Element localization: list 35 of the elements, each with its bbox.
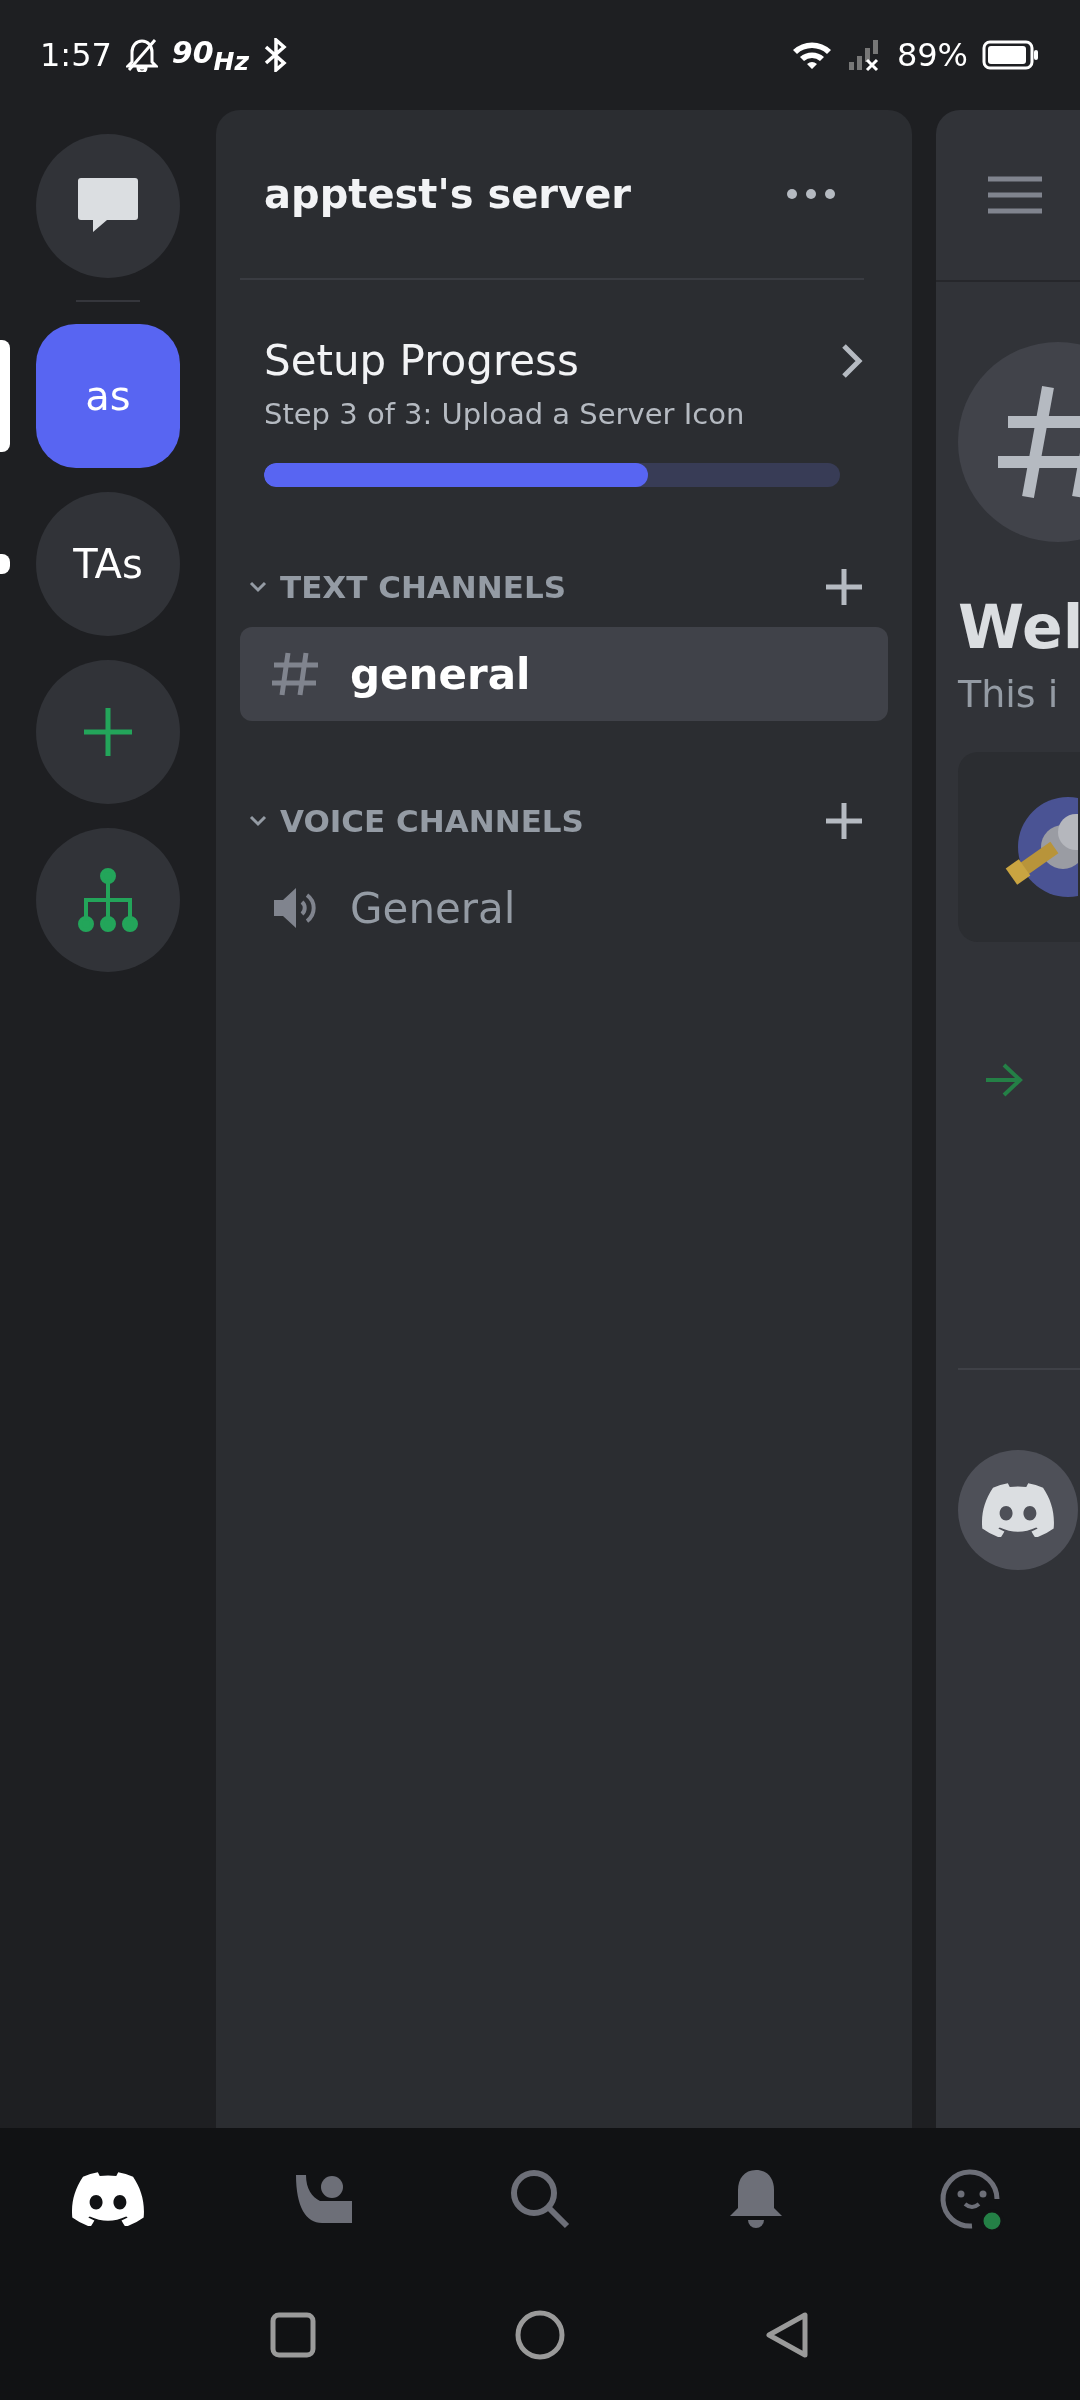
plus-icon — [82, 706, 134, 758]
setup-progress-title: Setup Progress — [264, 336, 579, 385]
channel-row[interactable]: general — [240, 627, 888, 721]
status-time: 1:57 — [40, 36, 112, 74]
channel-row[interactable]: General — [240, 861, 888, 955]
server-title: apptest's server — [264, 171, 631, 217]
battery-percent: 89% — [896, 36, 968, 74]
category-header[interactable]: TEXT CHANNELS — [280, 569, 812, 605]
channel-name: General — [350, 883, 516, 933]
tree-icon — [78, 868, 138, 932]
menu-icon[interactable] — [988, 175, 1042, 215]
category-header[interactable]: VOICE CHANNELS — [280, 803, 812, 839]
server-button[interactable]: as — [36, 324, 180, 468]
discord-logo-icon — [72, 2171, 144, 2227]
welcome-heading: Wel — [958, 592, 1080, 662]
setup-progress-step: Step 3 of 3: Upload a Server Icon — [264, 397, 864, 431]
chevron-icon[interactable] — [248, 814, 268, 828]
muted-bell-icon — [125, 38, 158, 72]
plus-icon[interactable] — [824, 567, 864, 607]
chevron-right-icon — [840, 341, 864, 380]
arrow-right-icon — [984, 1062, 1024, 1098]
channel-name: general — [350, 649, 531, 699]
refresh-rate: 90$_{Hz}$ — [171, 34, 250, 76]
more-icon[interactable] — [786, 188, 836, 200]
server-button[interactable]: TAs — [36, 492, 180, 636]
welcome-text: This i — [958, 672, 1060, 716]
battery-icon — [982, 40, 1040, 70]
chevron-icon[interactable] — [248, 580, 268, 594]
circle-icon — [514, 2309, 566, 2361]
plus-icon[interactable] — [824, 801, 864, 841]
welcome-card[interactable] — [958, 752, 1080, 942]
bell-icon — [728, 2168, 784, 2230]
square-icon — [270, 2312, 317, 2358]
search-icon — [509, 2168, 571, 2230]
discord-logo-icon — [982, 1482, 1054, 1538]
